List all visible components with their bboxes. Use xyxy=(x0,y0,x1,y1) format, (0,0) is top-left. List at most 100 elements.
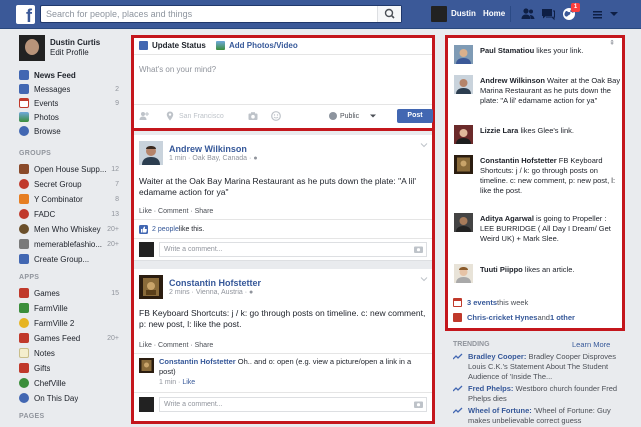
ticker-item[interactable]: Constantin Hofstetter FB Keyboard Shortc… xyxy=(454,155,622,209)
location-pin-icon[interactable] xyxy=(165,111,175,121)
nav-messages[interactable]: Messages 2 xyxy=(19,82,127,96)
nav-farmville[interactable]: FarmVille xyxy=(19,301,127,315)
birthday-other-link[interactable]: 1 other xyxy=(550,313,575,322)
nav-on-this-day[interactable]: On This Day xyxy=(19,391,127,405)
group-icon xyxy=(19,209,29,219)
nav-farmville-2[interactable]: FarmVille 2 xyxy=(19,316,127,330)
audience-selector[interactable]: Public xyxy=(340,113,359,120)
nav-browse[interactable]: Browse xyxy=(19,124,127,138)
edit-profile-link[interactable]: Edit Profile xyxy=(50,48,89,57)
trending-item[interactable]: Wheel of Fortune: 'Wheel of Fortune: Guy… xyxy=(453,406,625,427)
chevron-down-icon[interactable] xyxy=(420,275,428,283)
browse-icon xyxy=(19,126,29,136)
camera-icon[interactable] xyxy=(248,111,258,121)
camera-icon[interactable] xyxy=(414,400,423,408)
feeling-emoji-icon[interactable] xyxy=(271,111,281,121)
person-photo-icon xyxy=(454,45,473,64)
chevron-down-icon[interactable] xyxy=(420,141,428,149)
tag-friends-icon[interactable] xyxy=(139,111,149,121)
comment-like-link[interactable]: Like xyxy=(182,379,195,386)
games-feed-icon xyxy=(19,333,29,343)
trending-item[interactable]: Fred Phelps: Westboro church founder Fre… xyxy=(453,384,625,404)
left-navigation: Dustin Curtis Edit Profile News Feed Mes… xyxy=(0,29,128,427)
nav-gifts[interactable]: Gifts xyxy=(19,361,127,375)
friends-audience-icon: ● xyxy=(253,155,258,162)
nav-group[interactable]: FADC 13 xyxy=(19,207,127,221)
ticker-item[interactable]: Andrew Wilkinson Waiter at the Oak Bay M… xyxy=(454,75,622,119)
profile-link[interactable]: Dustin xyxy=(451,9,476,18)
messages-icon[interactable] xyxy=(541,7,555,21)
nav-chefville[interactable]: ChefVille xyxy=(19,376,127,390)
nav-group[interactable]: Men Who Whiskey 20+ xyxy=(19,222,127,236)
group-icon xyxy=(19,239,29,249)
farmville2-icon xyxy=(19,318,29,328)
top-bar: f Dustin Home 1 xyxy=(0,0,641,29)
user-avatar[interactable] xyxy=(431,6,447,22)
person-photo-icon xyxy=(454,264,473,283)
location-text[interactable]: San Francisco xyxy=(179,113,224,120)
tab-update-status[interactable]: Update Status xyxy=(139,41,206,50)
nav-group[interactable]: Open House Supp... 12 xyxy=(19,162,127,176)
comment-body: Constantin Hofstetter Oh.. and o: open (… xyxy=(159,357,412,386)
search-input[interactable] xyxy=(41,6,371,22)
nav-events[interactable]: Events 9 xyxy=(19,96,127,110)
trending-item[interactable]: Bradley Cooper: Bradley Cooper Disproves… xyxy=(453,352,625,384)
camera-icon[interactable] xyxy=(414,245,423,253)
comment-input[interactable]: Write a comment... xyxy=(159,397,427,412)
nav-group[interactable]: Y Combinator 8 xyxy=(19,192,127,206)
post-button[interactable]: Post xyxy=(397,109,433,123)
nav-create-group[interactable]: Create Group... xyxy=(19,252,127,266)
nav-news-feed[interactable]: News Feed xyxy=(19,68,127,82)
nav-games-feed[interactable]: Games Feed 20+ xyxy=(19,331,127,345)
events-link[interactable]: 3 events xyxy=(467,298,497,307)
messages-icon xyxy=(19,84,29,94)
group-icon xyxy=(19,179,29,189)
story-author-link[interactable]: Constantin Hofstetter xyxy=(169,278,261,288)
comment-composer: Write a comment... xyxy=(139,395,427,413)
account-settings-chevron-icon[interactable] xyxy=(607,7,621,21)
privacy-shortcuts-icon[interactable] xyxy=(591,7,605,21)
facebook-logo[interactable]: f xyxy=(16,5,35,24)
home-link[interactable]: Home xyxy=(483,9,505,18)
story-author-link[interactable]: Andrew Wilkinson xyxy=(169,144,247,154)
framed-portrait-icon xyxy=(139,275,163,299)
composer-tabs: Update Status Add Photos/Video xyxy=(134,38,432,55)
events-row[interactable]: 3 events this week xyxy=(453,298,528,307)
ticker-item[interactable]: Lizzie Lara likes Glee's link. xyxy=(454,125,622,147)
birthdays-row[interactable]: Chris-cricket Hynes and 1 other xyxy=(453,313,575,322)
comment-input[interactable]: Write a comment... xyxy=(159,242,427,257)
author-avatar[interactable] xyxy=(139,275,163,299)
story-actions[interactable]: Like · Comment · Share xyxy=(139,342,213,349)
profile-picture[interactable] xyxy=(19,35,45,61)
photo-icon xyxy=(216,41,225,50)
search-button[interactable] xyxy=(377,6,401,22)
tab-add-photos[interactable]: Add Photos/Video xyxy=(216,41,298,50)
nav-count: 9 xyxy=(115,99,119,107)
comment-author-link[interactable]: Constantin Hofstetter xyxy=(159,357,236,366)
story-actions[interactable]: Like · Comment · Share xyxy=(139,208,213,215)
nav-notes[interactable]: Notes xyxy=(19,346,127,360)
profile-name[interactable]: Dustin Curtis xyxy=(50,38,100,47)
news-feed: Andrew Wilkinson 1 min · Oak Bay, Canada… xyxy=(131,131,435,424)
chevron-down-icon xyxy=(370,114,376,118)
framed-portrait-icon xyxy=(139,358,154,373)
friends-audience-icon: ● xyxy=(249,289,254,296)
commenter-avatar[interactable] xyxy=(139,358,154,373)
nav-group[interactable]: memerablefashio... 20+ xyxy=(19,237,127,251)
globe-icon xyxy=(329,112,337,120)
person-photo-icon xyxy=(454,213,473,232)
nav-photos[interactable]: Photos xyxy=(19,110,127,124)
search-box[interactable] xyxy=(40,5,402,23)
ticker-item[interactable]: Aditya Agarwal is going to Propeller : L… xyxy=(454,213,622,257)
ticker-item[interactable]: Tuuti Piippo likes an article. xyxy=(454,264,622,286)
gift-icon xyxy=(453,313,462,322)
nav-group[interactable]: Secret Group 7 xyxy=(19,177,127,191)
birthday-name-link[interactable]: Chris-cricket Hynes xyxy=(467,313,537,322)
author-avatar[interactable] xyxy=(139,141,163,165)
nav-games[interactable]: Games 15 xyxy=(19,286,127,300)
learn-more-link[interactable]: Learn More xyxy=(572,340,610,349)
ticker-item[interactable]: Paul Stamatiou likes your link. xyxy=(454,45,622,67)
friend-requests-icon[interactable] xyxy=(521,7,535,21)
likes-link[interactable]: 2 people xyxy=(152,226,179,233)
status-input[interactable]: What's on your mind? xyxy=(139,65,216,74)
